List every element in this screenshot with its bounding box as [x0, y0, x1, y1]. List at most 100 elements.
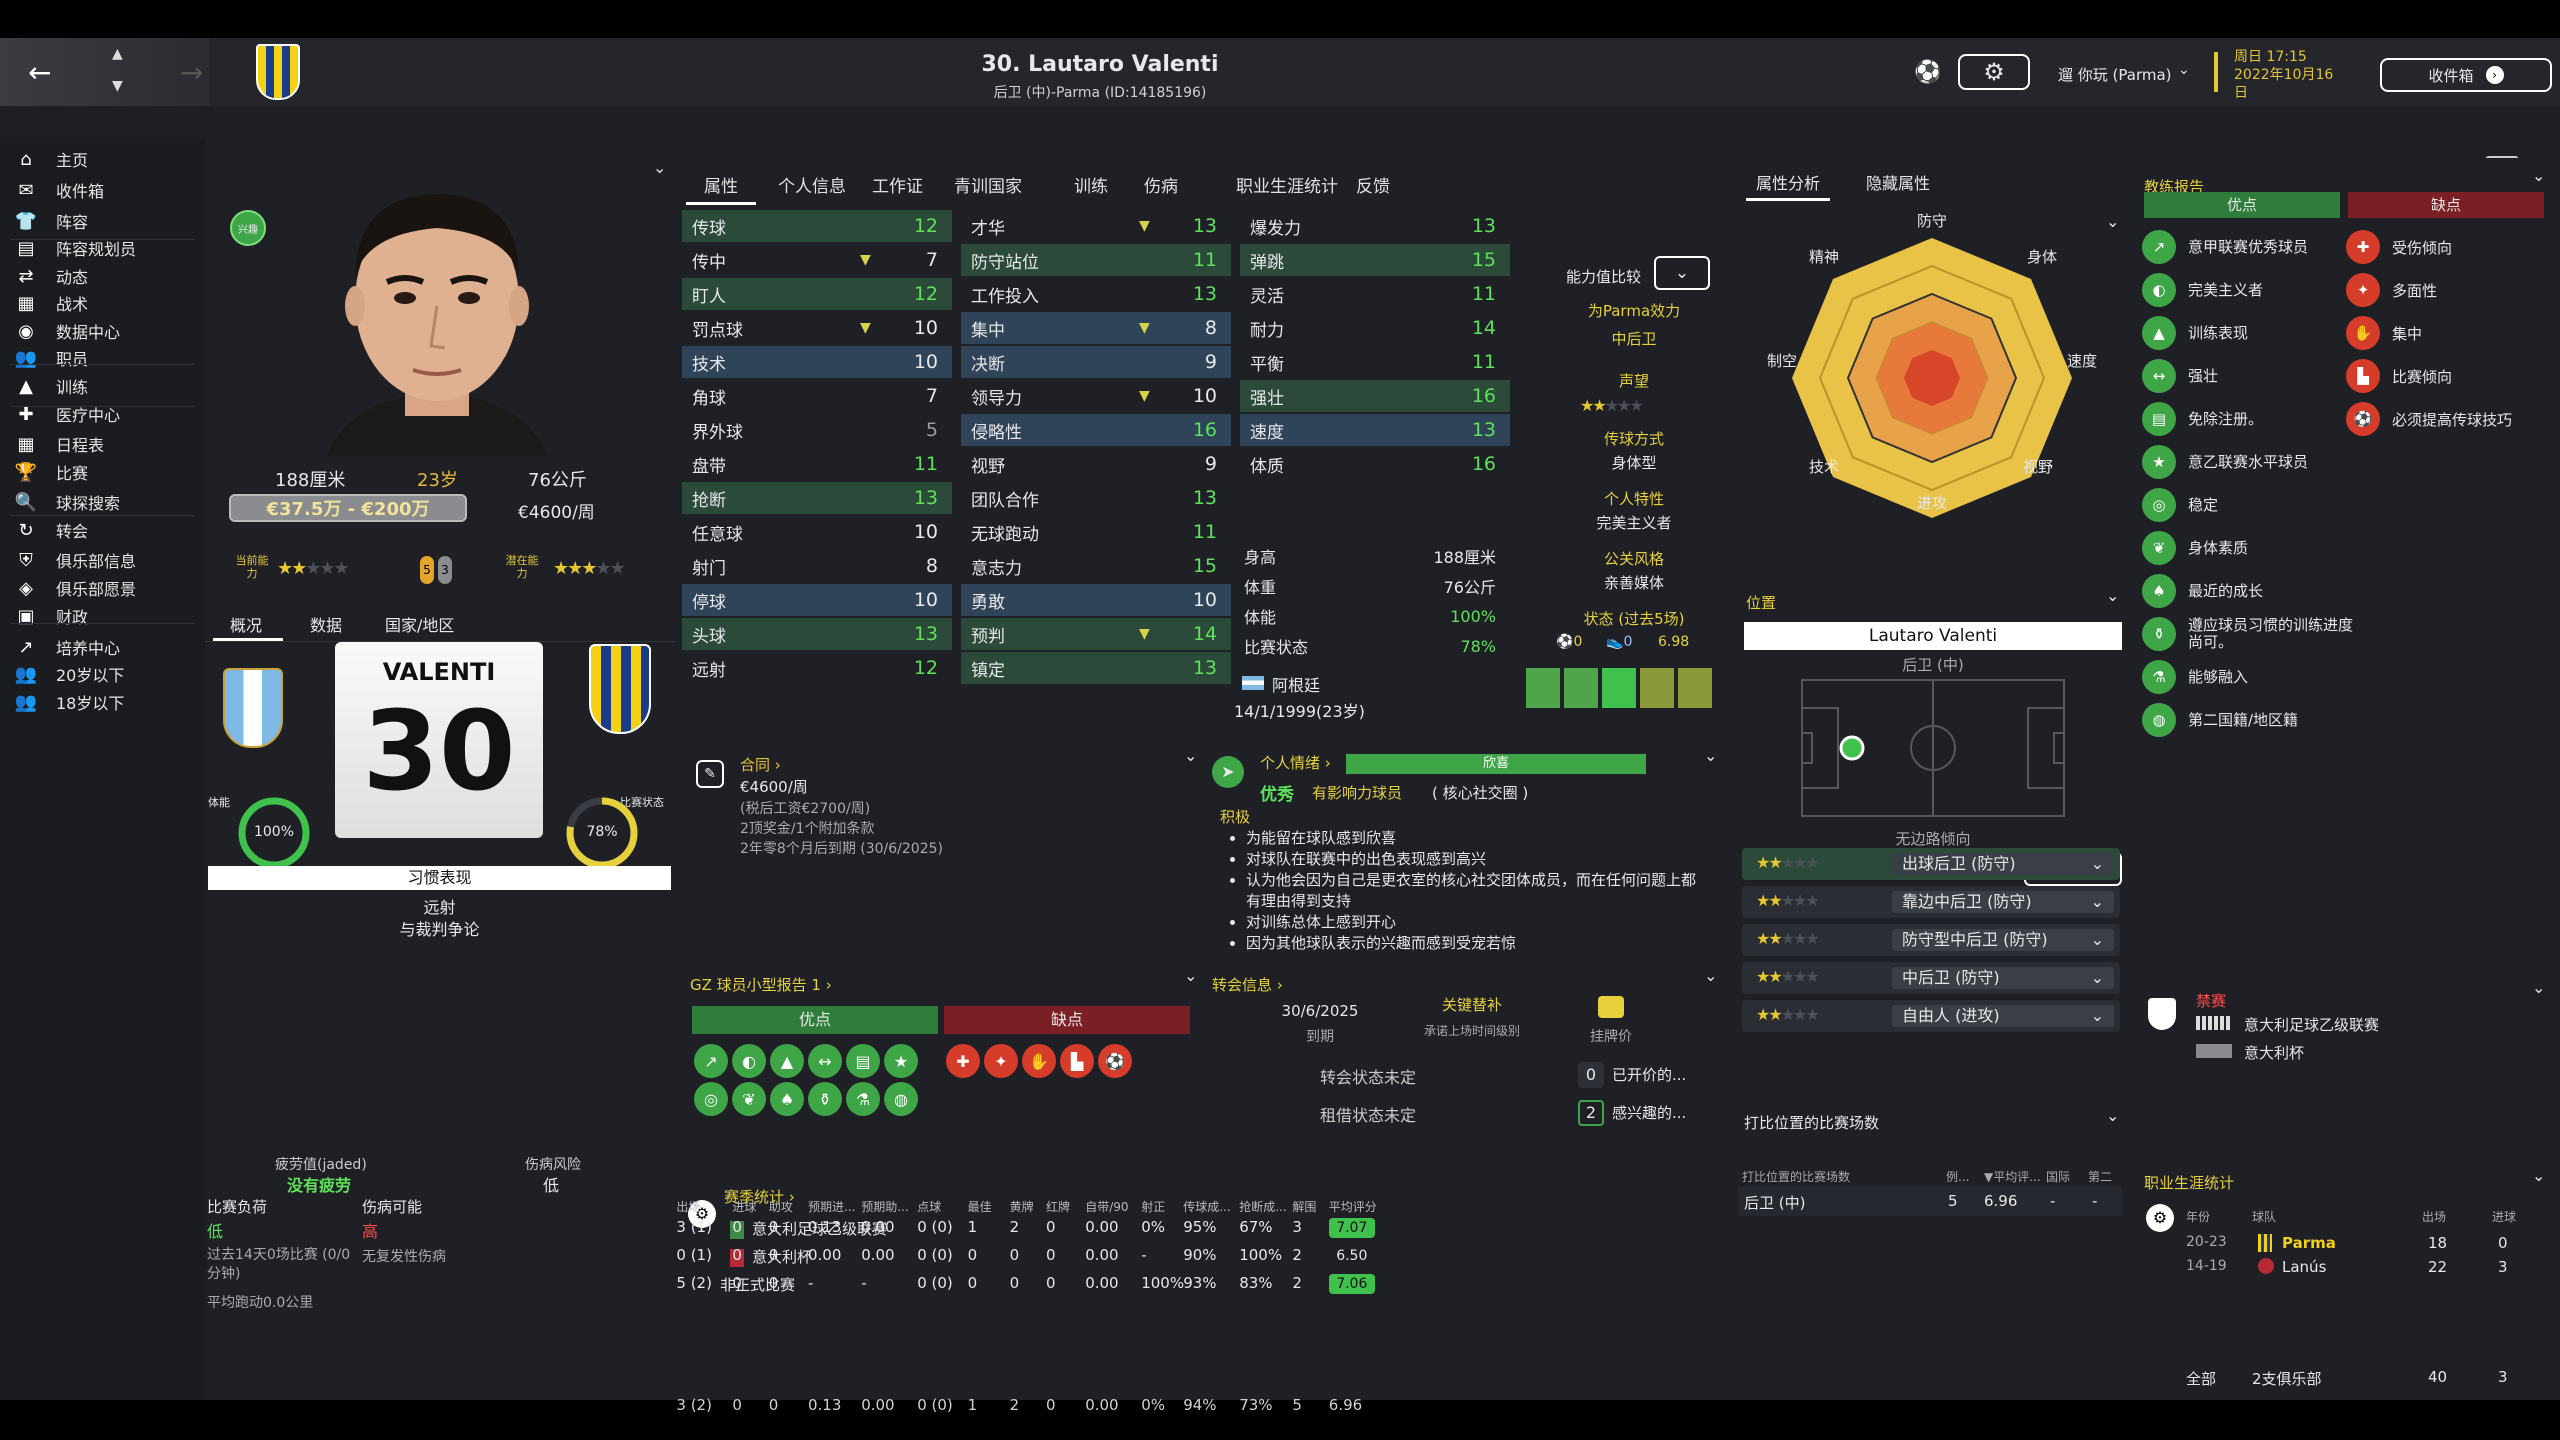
position-role-row[interactable]: ★★★★★ 中后卫 (防守) ⌄	[1742, 962, 2120, 994]
role-name[interactable]: 靠边中后卫 (防守) ⌄	[1892, 891, 2114, 913]
form-bar[interactable]	[1564, 668, 1598, 708]
up-arrow-icon[interactable]: ▲	[112, 46, 123, 62]
attribute-row[interactable]: 视野 9	[961, 448, 1231, 480]
attribute-row[interactable]: 角球 7	[682, 380, 952, 412]
passport-icon[interactable]: ▤	[846, 1044, 880, 1078]
attribute-row[interactable]: 传中 ▼ 7	[682, 244, 952, 276]
coach-pro-item[interactable]: ◍ 第二国籍/地区籍	[2142, 699, 2358, 741]
attr-tab[interactable]: 工作证	[872, 172, 923, 197]
attribute-row[interactable]: 传球 12	[682, 210, 952, 242]
attribute-row[interactable]: 盯人 12	[682, 278, 952, 310]
coach-con-item[interactable]: ▙ 比赛倾向	[2346, 355, 2552, 397]
bottles-icon[interactable]: ⚱	[808, 1082, 842, 1116]
coach-pro-item[interactable]: ▤ 免除注册。	[2142, 398, 2358, 440]
leaf-icon[interactable]: ❦	[732, 1082, 766, 1116]
collapse-chevron-icon[interactable]: ⌄	[2532, 978, 2545, 997]
attribute-row[interactable]: 任意球 10	[682, 516, 952, 548]
attribute-row[interactable]: 速度 13	[1240, 414, 1510, 446]
position-role-row[interactable]: ★★★★★ 靠边中后卫 (防守) ⌄	[1742, 886, 2120, 918]
compare-dropdown[interactable]: ⌄	[1654, 256, 1710, 290]
coach-pro-item[interactable]: ❦ 身体素质	[2142, 527, 2358, 569]
down-arrow-icon[interactable]: ▼	[112, 78, 123, 94]
morale-title[interactable]: 个人情绪 ›	[1260, 752, 1331, 773]
coach-con-item[interactable]: ⚽ 必须提高传球技巧	[2346, 398, 2552, 440]
role-name[interactable]: 防守型中后卫 (防守) ⌄	[1892, 929, 2114, 951]
manager-name[interactable]: 遛 你玩 (Parma)	[2058, 64, 2172, 85]
inbox-button[interactable]: 收件箱 ›	[2380, 58, 2552, 92]
attr-tab[interactable]: 伤病	[1144, 172, 1178, 197]
coach-pro-item[interactable]: ↔ 强壮	[2142, 355, 2358, 397]
coach-pro-item[interactable]: ▲ 训练表现	[2142, 312, 2358, 354]
ball-icon[interactable]: ⚽	[1914, 60, 1941, 85]
tab-profile-overview[interactable]: 概况	[230, 612, 262, 636]
coach-pro-item[interactable]: ⚱ 遵应球员习惯的训练进度尚可。	[2142, 613, 2358, 655]
attribute-row[interactable]: 勇敢 10	[961, 584, 1231, 616]
brain-icon[interactable]: ◐	[732, 1044, 766, 1078]
position-role-row[interactable]: ★★★★★ 防守型中后卫 (防守) ⌄	[1742, 924, 2120, 956]
collapse-chevron-icon[interactable]: ⌄	[1184, 966, 1197, 985]
collapse-chevron-icon[interactable]: ⌄	[2106, 1106, 2119, 1125]
boot-icon[interactable]: ▙	[1060, 1044, 1094, 1078]
flask-icon[interactable]: ⚗	[846, 1082, 880, 1116]
hand-icon[interactable]: ✋	[1022, 1044, 1056, 1078]
coach-con-item[interactable]: ✦ 多面性	[2346, 269, 2552, 311]
attribute-row[interactable]: 抢断 13	[682, 482, 952, 514]
attr-tab[interactable]: 青训国家	[954, 172, 1022, 197]
tab-profile-data[interactable]: 数据	[310, 612, 342, 636]
coach-con-item[interactable]: ✋ 集中	[2346, 312, 2552, 354]
attribute-row[interactable]: 预判 ▼ 14	[961, 618, 1231, 650]
position-role-row[interactable]: ★★★★★ 自由人 (进攻) ⌄	[1742, 1000, 2120, 1032]
attr-tab[interactable]: 个人信息	[778, 172, 846, 197]
chevron-down-icon[interactable]: ⌄	[2178, 62, 2190, 78]
contract-title[interactable]: 合同 ›	[740, 754, 781, 775]
tab-profile-nation[interactable]: 国家/地区	[385, 612, 454, 636]
form-bar[interactable]	[1640, 668, 1674, 708]
form-bar[interactable]	[1602, 668, 1636, 708]
form-bar[interactable]	[1678, 668, 1712, 708]
coach-pro-item[interactable]: ★ 意乙联赛水平球员	[2142, 441, 2358, 483]
attribute-row[interactable]: 界外球 5	[682, 414, 952, 446]
bandage-icon[interactable]: ✦	[984, 1044, 1018, 1078]
attribute-row[interactable]: 弹跳 15	[1240, 244, 1510, 276]
collapse-chevron-icon[interactable]: ⌄	[2106, 586, 2119, 605]
back-button[interactable]: ←	[28, 56, 51, 89]
attribute-row[interactable]: 盘带 11	[682, 448, 952, 480]
form-bar[interactable]	[1526, 668, 1560, 708]
attribute-row[interactable]: 决断 9	[961, 346, 1231, 378]
season-competition[interactable]: 非正式比赛	[720, 1274, 795, 1295]
attribute-row[interactable]: 平衡 11	[1240, 346, 1510, 378]
coach-pro-item[interactable]: ↗ 意甲联赛优秀球员	[2142, 226, 2358, 268]
tab-hidden[interactable]: 隐藏属性	[1866, 170, 1930, 194]
ball-icon[interactable]: ⚽	[1098, 1044, 1132, 1078]
attribute-row[interactable]: 爆发力 13	[1240, 210, 1510, 242]
attribute-row[interactable]: 意志力 15	[961, 550, 1231, 582]
attribute-row[interactable]: 无球跑动 11	[961, 516, 1231, 548]
position-role-row[interactable]: ★★★★★ 出球后卫 (防守) ⌄	[1742, 848, 2120, 880]
trend-up-icon[interactable]: ↗	[694, 1044, 728, 1078]
attr-tab[interactable]: 训练	[1074, 172, 1108, 197]
role-name[interactable]: 出球后卫 (防守) ⌄	[1892, 853, 2114, 875]
muscle-icon[interactable]: ♠	[770, 1082, 804, 1116]
attribute-row[interactable]: 强壮 16	[1240, 380, 1510, 412]
coach-pro-item[interactable]: ♠ 最近的成长	[2142, 570, 2358, 612]
attribute-row[interactable]: 侵略性 16	[961, 414, 1231, 446]
season-competition[interactable]: 意大利杯	[752, 1246, 812, 1267]
globe-icon[interactable]: ◍	[884, 1082, 918, 1116]
attribute-row[interactable]: 耐力 14	[1240, 312, 1510, 344]
role-name[interactable]: 自由人 (进攻) ⌄	[1892, 1005, 2114, 1027]
attribute-row[interactable]: 团队合作 13	[961, 482, 1231, 514]
attribute-row[interactable]: 体质 16	[1240, 448, 1510, 480]
settings-button[interactable]: ⚙	[1958, 54, 2030, 90]
career-club[interactable]: Lanús	[2282, 1258, 2326, 1276]
coach-pro-item[interactable]: ◐ 完美主义者	[2142, 269, 2358, 311]
coach-pro-item[interactable]: ◎ 稳定	[2142, 484, 2358, 526]
career-club[interactable]: Parma	[2282, 1234, 2336, 1252]
attribute-row[interactable]: 头球 13	[682, 618, 952, 650]
attribute-row[interactable]: 集中 ▼ 8	[961, 312, 1231, 344]
attr-tab[interactable]: 属性	[704, 172, 738, 197]
attribute-row[interactable]: 防守站位 11	[961, 244, 1231, 276]
star-icon[interactable]: ★	[884, 1044, 918, 1078]
attribute-row[interactable]: 才华 ▼ 13	[961, 210, 1231, 242]
attribute-row[interactable]: 停球 10	[682, 584, 952, 616]
attribute-row[interactable]: 领导力 ▼ 10	[961, 380, 1231, 412]
